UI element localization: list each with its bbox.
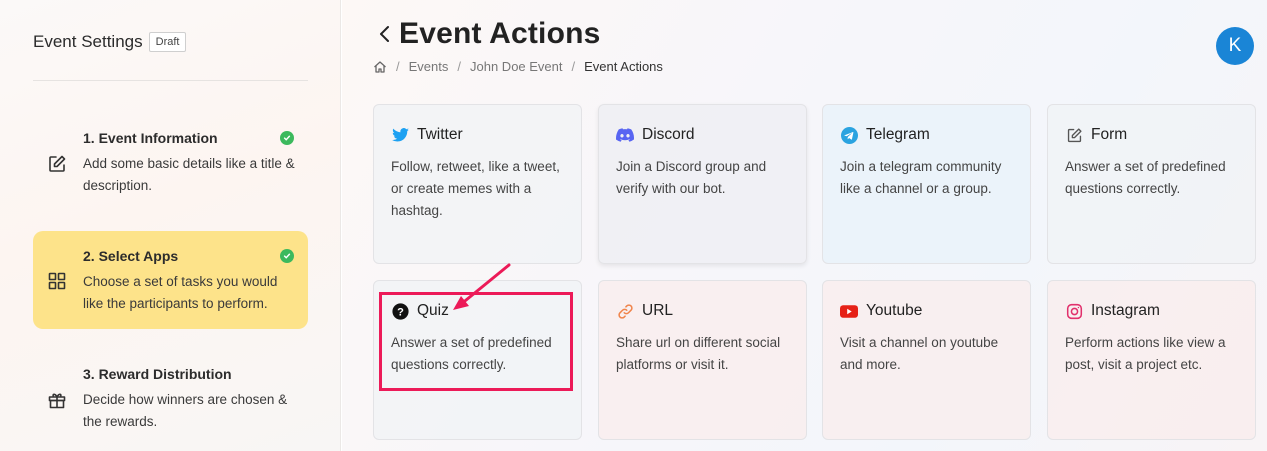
card-title: URL bbox=[642, 302, 674, 319]
grid-icon bbox=[47, 271, 67, 291]
action-card-url[interactable]: URL Share url on different social platfo… bbox=[598, 280, 807, 440]
breadcrumb-separator: / bbox=[457, 59, 461, 74]
card-title: Discord bbox=[642, 126, 695, 143]
breadcrumb-event[interactable]: John Doe Event bbox=[470, 59, 563, 74]
card-header: URL bbox=[616, 302, 673, 320]
form-icon bbox=[1065, 126, 1083, 144]
card-header: Instagram bbox=[1065, 302, 1160, 320]
breadcrumb-events[interactable]: Events bbox=[409, 59, 449, 74]
action-card-quiz[interactable]: ? Quiz Answer a set of predefined questi… bbox=[373, 280, 582, 440]
card-title: Quiz bbox=[417, 302, 449, 319]
card-header: ? Quiz bbox=[391, 302, 449, 320]
check-icon bbox=[280, 249, 294, 263]
card-description: Visit a channel on youtube and more. bbox=[840, 335, 999, 372]
step-select-apps[interactable]: 2. Select Apps Choose a set of tasks you… bbox=[33, 231, 308, 329]
youtube-icon bbox=[840, 302, 858, 320]
card-description: Perform actions like view a post, visit … bbox=[1065, 335, 1226, 372]
divider bbox=[33, 80, 308, 81]
step-title: 3. Reward Distribution bbox=[83, 366, 232, 382]
breadcrumb-separator: / bbox=[571, 59, 576, 74]
card-title: Youtube bbox=[866, 302, 923, 319]
home-icon[interactable] bbox=[373, 60, 387, 74]
avatar[interactable]: K bbox=[1216, 27, 1254, 65]
sidebar: Event Settings Draft 1. Event Informatio… bbox=[0, 0, 341, 451]
step-reward-distribution[interactable]: 3. Reward Distribution Decide how winner… bbox=[33, 352, 308, 442]
page-title: Event Actions bbox=[399, 17, 601, 50]
sidebar-header: Event Settings Draft bbox=[33, 32, 187, 52]
back-chevron-icon[interactable] bbox=[376, 24, 394, 44]
twitter-icon bbox=[391, 126, 409, 144]
step-event-information[interactable]: 1. Event Information Add some basic deta… bbox=[33, 116, 308, 206]
card-description: Answer a set of predefined questions cor… bbox=[1065, 159, 1226, 196]
page: Event Settings Draft 1. Event Informatio… bbox=[0, 0, 1267, 451]
card-header: Twitter bbox=[391, 126, 463, 144]
action-card-youtube[interactable]: Youtube Visit a channel on youtube and m… bbox=[822, 280, 1031, 440]
gift-icon bbox=[47, 390, 67, 410]
instagram-icon bbox=[1065, 302, 1083, 320]
step-title: 1. Event Information bbox=[83, 130, 218, 146]
step-title: 2. Select Apps bbox=[83, 248, 179, 264]
breadcrumb-current: Event Actions bbox=[584, 59, 663, 74]
card-header: Form bbox=[1065, 126, 1127, 144]
step-description: Add some basic details like a title & de… bbox=[83, 156, 295, 193]
card-header: Telegram bbox=[840, 126, 930, 144]
svg-text:?: ? bbox=[397, 306, 404, 318]
action-card-telegram[interactable]: Telegram Join a telegram community like … bbox=[822, 104, 1031, 264]
card-title: Form bbox=[1091, 126, 1128, 143]
action-card-instagram[interactable]: Instagram Perform actions like view a po… bbox=[1047, 280, 1256, 440]
card-header: Discord bbox=[616, 126, 695, 144]
card-description: Share url on different social platforms … bbox=[616, 335, 781, 372]
action-card-twitter[interactable]: Twitter Follow, retweet, like a tweet, o… bbox=[373, 104, 582, 264]
card-description: Answer a set of predefined questions cor… bbox=[391, 335, 552, 372]
step-description: Decide how winners are chosen & the rewa… bbox=[83, 392, 288, 429]
main-content: Event Actions K / Events / John Doe Even… bbox=[342, 0, 1267, 451]
status-badge: Draft bbox=[148, 32, 187, 52]
card-header: Youtube bbox=[840, 302, 922, 320]
breadcrumb-separator: / bbox=[396, 59, 400, 74]
card-title: Twitter bbox=[417, 126, 463, 143]
card-description: Follow, retweet, like a tweet, or create… bbox=[391, 159, 560, 218]
question-icon: ? bbox=[391, 302, 409, 320]
edit-icon bbox=[47, 154, 67, 174]
card-title: Telegram bbox=[866, 126, 930, 143]
sidebar-title: Event Settings bbox=[33, 32, 143, 51]
card-title: Instagram bbox=[1091, 302, 1160, 319]
card-description: Join a telegram community like a channel… bbox=[840, 159, 1002, 196]
action-card-form[interactable]: Form Answer a set of predefined question… bbox=[1047, 104, 1256, 264]
breadcrumb: / Events / John Doe Event / Event Action… bbox=[373, 59, 663, 74]
discord-icon bbox=[616, 126, 634, 144]
check-icon bbox=[280, 131, 294, 145]
action-card-discord[interactable]: Discord Join a Discord group and verify … bbox=[598, 104, 807, 264]
telegram-icon bbox=[840, 126, 858, 144]
card-description: Join a Discord group and verify with our… bbox=[616, 159, 767, 196]
link-icon bbox=[616, 302, 634, 320]
step-description: Choose a set of tasks you would like the… bbox=[83, 274, 278, 311]
